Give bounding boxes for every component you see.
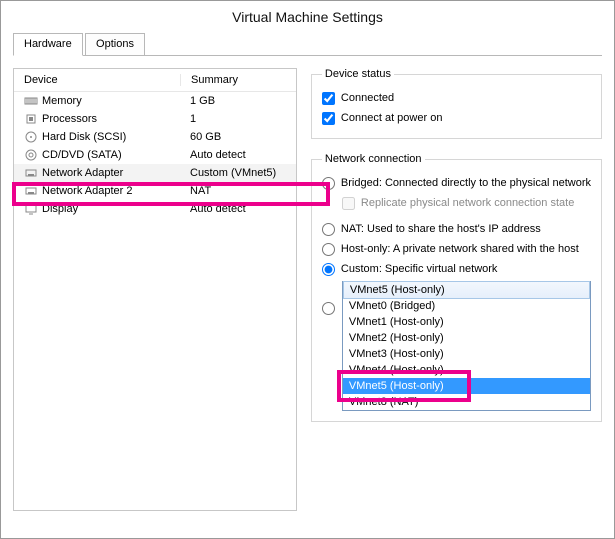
connected-checkbox[interactable] <box>322 92 335 105</box>
nat-radio-row[interactable]: NAT: Used to share the host's IP address <box>322 219 591 239</box>
vmnet-option-highlighted[interactable]: VMnet5 (Host-only) <box>343 378 590 394</box>
device-row-display[interactable]: Display Auto detect <box>14 200 296 218</box>
vm-settings-window: Virtual Machine Settings Hardware Option… <box>0 0 615 539</box>
device-label: Hard Disk (SCSI) <box>42 131 126 143</box>
cpu-icon <box>24 113 38 125</box>
connect-at-power-on-checkbox[interactable] <box>322 112 335 125</box>
network-connection-group: Network connection Bridged: Connected di… <box>311 153 602 422</box>
nic-icon <box>24 185 38 197</box>
custom-radio[interactable] <box>322 263 335 276</box>
tab-options[interactable]: Options <box>85 33 145 56</box>
device-status-group: Device status Connected Connect at power… <box>311 68 602 139</box>
cd-icon <box>24 149 38 161</box>
custom-radio-row[interactable]: Custom: Specific virtual network <box>322 259 591 279</box>
device-label: Display <box>42 203 78 215</box>
device-row-memory[interactable]: Memory 1 GB <box>14 92 296 110</box>
replicate-checkbox-row: Replicate physical network connection st… <box>342 193 591 213</box>
vmnet-option[interactable]: VMnet0 (Bridged) <box>343 298 590 314</box>
content-area: Device Summary Memory 1 GB Processors <box>1 56 614 523</box>
device-row-cddvd[interactable]: CD/DVD (SATA) Auto detect <box>14 146 296 164</box>
bridged-radio-row[interactable]: Bridged: Connected directly to the physi… <box>322 173 591 193</box>
memory-icon <box>24 95 38 107</box>
device-status-legend: Device status <box>322 68 394 80</box>
nat-label: NAT: Used to share the host's IP address <box>341 223 541 235</box>
vmnet-dropdown-area: VMnet5 (Host-only) VMnet0 (Bridged) VMne… <box>342 281 591 411</box>
vmnet-option[interactable]: VMnet4 (Host-only) <box>343 362 590 378</box>
device-row-harddisk[interactable]: Hard Disk (SCSI) 60 GB <box>14 128 296 146</box>
connect-at-power-on-row[interactable]: Connect at power on <box>322 108 591 128</box>
device-list-header: Device Summary <box>14 69 296 92</box>
device-summary: 1 GB <box>180 95 296 107</box>
vmnet-option[interactable]: VMnet1 (Host-only) <box>343 314 590 330</box>
vmnet-option[interactable]: VMnet8 (NAT) <box>343 394 590 410</box>
device-row-processors[interactable]: Processors 1 <box>14 110 296 128</box>
replicate-checkbox <box>342 197 355 210</box>
nic-icon <box>24 167 38 179</box>
hostonly-radio[interactable] <box>322 243 335 256</box>
device-label: Network Adapter <box>42 167 123 179</box>
device-label: Processors <box>42 113 97 125</box>
device-summary: 1 <box>180 113 296 125</box>
device-row-network-adapter[interactable]: Network Adapter Custom (VMnet5) <box>14 164 296 182</box>
device-summary: Auto detect <box>180 149 296 161</box>
device-list: Device Summary Memory 1 GB Processors <box>13 68 297 511</box>
vmnet-dropdown[interactable]: VMnet5 (Host-only) VMnet0 (Bridged) VMne… <box>342 281 591 411</box>
vmnet-option-label: VMnet5 (Host-only) <box>349 380 444 392</box>
column-header-device[interactable]: Device <box>14 74 181 86</box>
column-header-summary[interactable]: Summary <box>181 74 296 86</box>
hostonly-radio-row[interactable]: Host-only: A private network shared with… <box>322 239 591 259</box>
device-label: Network Adapter 2 <box>42 185 133 197</box>
settings-tabs: Hardware Options <box>13 33 602 56</box>
connected-checkbox-row[interactable]: Connected <box>322 88 591 108</box>
device-summary: Custom (VMnet5) <box>180 167 296 179</box>
vmnet-option[interactable]: VMnet3 (Host-only) <box>343 346 590 362</box>
hostonly-label: Host-only: A private network shared with… <box>341 243 579 255</box>
window-title: Virtual Machine Settings <box>1 1 614 33</box>
vmnet-selected[interactable]: VMnet5 (Host-only) <box>343 281 590 299</box>
device-settings-panel: Device status Connected Connect at power… <box>311 68 602 511</box>
display-icon <box>24 203 38 215</box>
tab-hardware[interactable]: Hardware <box>13 33 83 56</box>
vmnet-option[interactable]: VMnet2 (Host-only) <box>343 330 590 346</box>
device-summary: NAT <box>180 185 296 197</box>
device-label: CD/DVD (SATA) <box>42 149 122 161</box>
replicate-label: Replicate physical network connection st… <box>361 197 574 209</box>
device-summary: Auto detect <box>180 203 296 215</box>
lan-segment-radio[interactable] <box>322 302 335 315</box>
device-summary: 60 GB <box>180 131 296 143</box>
bridged-label: Bridged: Connected directly to the physi… <box>341 177 591 189</box>
disk-icon <box>24 131 38 143</box>
device-row-network-adapter-2[interactable]: Network Adapter 2 NAT <box>14 182 296 200</box>
device-label: Memory <box>42 95 82 107</box>
nat-radio[interactable] <box>322 223 335 236</box>
connected-label: Connected <box>341 92 394 104</box>
connect-at-power-on-label: Connect at power on <box>341 112 443 124</box>
custom-label: Custom: Specific virtual network <box>341 263 498 275</box>
network-connection-legend: Network connection <box>322 153 425 165</box>
bridged-radio[interactable] <box>322 177 335 190</box>
